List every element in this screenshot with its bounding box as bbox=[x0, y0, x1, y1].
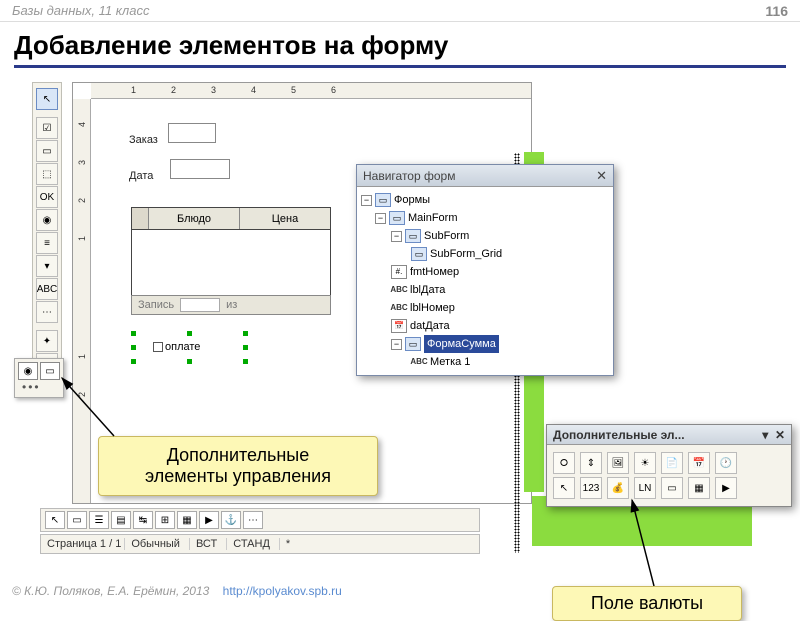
pointer-tool-icon[interactable]: ↖ bbox=[36, 88, 58, 110]
bt-seq-icon[interactable]: ↹ bbox=[133, 511, 153, 529]
course-label: Базы данных, 11 класс bbox=[12, 3, 149, 18]
field-zakaz-input[interactable] bbox=[168, 123, 216, 143]
grid-col-dish: Блюдо bbox=[148, 208, 239, 229]
spin-tool-icon[interactable]: ◉ bbox=[18, 362, 38, 380]
form-navigator[interactable]: Навигатор форм ✕ −▭Формы −▭MainForm −▭Su… bbox=[356, 164, 614, 376]
grid-col-price: Цена bbox=[239, 208, 330, 229]
eb-spin-icon[interactable]: ⭘ bbox=[553, 452, 575, 474]
tree-root[interactable]: −▭Формы bbox=[361, 191, 609, 209]
eb-pattern-icon[interactable]: LN bbox=[634, 477, 656, 499]
eb-group-icon[interactable]: ▭ bbox=[661, 477, 683, 499]
mini-float-toolbar: ◉ ▭ ••• bbox=[14, 358, 64, 398]
status-mark: * bbox=[279, 538, 296, 550]
status-ins: ВСТ bbox=[189, 538, 223, 550]
radio-tool-icon[interactable]: ◉ bbox=[36, 209, 58, 231]
bt-form-icon[interactable]: ▭ bbox=[67, 511, 87, 529]
bt-anchor-icon[interactable]: ⚓ bbox=[221, 511, 241, 529]
record-label: Запись bbox=[132, 299, 180, 311]
eb-image-ctrl-icon[interactable]: ☀ bbox=[634, 452, 656, 474]
status-std: СТАНД bbox=[226, 538, 276, 550]
footer: © К.Ю. Поляков, Е.А. Ерёмин, 2013 http:/… bbox=[12, 584, 342, 598]
status-page: Страница 1 / 1 bbox=[47, 538, 121, 550]
ruler-vertical: 4 3 2 1 1 2 bbox=[73, 99, 91, 503]
subform-grid[interactable]: Блюдо Цена bbox=[131, 207, 331, 295]
eb-image-btn-icon[interactable]: 🖼 bbox=[607, 452, 629, 474]
bt-nav-icon[interactable]: ▤ bbox=[111, 511, 131, 529]
tree-fmtnomer[interactable]: #.fmtНомер bbox=[361, 263, 609, 281]
bt-pointer-icon[interactable]: ↖ bbox=[45, 511, 65, 529]
format-tool-icon[interactable]: ⬚ bbox=[36, 163, 58, 185]
bt-field-icon[interactable]: ⊞ bbox=[155, 511, 175, 529]
field-data-label: Дата bbox=[129, 170, 153, 182]
scroll-tool-icon[interactable]: ▭ bbox=[40, 362, 60, 380]
eb-time-icon[interactable]: 🕐 bbox=[715, 452, 737, 474]
list-tool-icon[interactable]: ≡ bbox=[36, 232, 58, 254]
combo-tool-icon[interactable]: ▾ bbox=[36, 255, 58, 277]
callout-currency-field: Поле валюты bbox=[552, 586, 742, 621]
navigator-close-icon[interactable]: ✕ bbox=[596, 168, 607, 184]
eb-table-icon[interactable]: ▦ bbox=[688, 477, 710, 499]
textbox-tool-icon[interactable]: ▭ bbox=[36, 140, 58, 162]
eb-navbar-icon[interactable]: ▶ bbox=[715, 477, 737, 499]
tree-lbldata[interactable]: ABClblДата bbox=[361, 281, 609, 299]
field-data-input[interactable] bbox=[170, 159, 230, 179]
field-zakaz-label: Заказ bbox=[129, 134, 158, 146]
eb-date-icon[interactable]: 📅 bbox=[688, 452, 710, 474]
page-number: 116 bbox=[765, 3, 788, 19]
bt-grid-icon[interactable]: ▦ bbox=[177, 511, 197, 529]
eb-file-icon[interactable]: 📄 bbox=[661, 452, 683, 474]
side-toolbar: ↖ ☑ ▭ ⬚ OK ◉ ≡ ▾ ABC ⋯ ✦ ▦ bbox=[32, 82, 62, 381]
eb-select-icon[interactable]: ↖ bbox=[553, 477, 575, 499]
grid-navbar[interactable]: Запись из bbox=[131, 295, 331, 315]
status-mode: Обычный bbox=[124, 538, 186, 550]
tree-mainform[interactable]: −▭MainForm bbox=[361, 209, 609, 227]
grid-corner bbox=[132, 208, 148, 229]
bt-run-icon[interactable]: ▶ bbox=[199, 511, 219, 529]
tree-subform-grid[interactable]: ▭SubForm_Grid bbox=[361, 245, 609, 263]
title-underline bbox=[14, 65, 786, 68]
navigator-title: Навигатор форм bbox=[363, 169, 455, 183]
tree-datdata[interactable]: 📅datДата bbox=[361, 317, 609, 335]
tree-metka1[interactable]: ABCМетка 1 bbox=[361, 353, 609, 371]
label-tool-icon[interactable]: ABC bbox=[36, 278, 58, 300]
eb-scroll-icon[interactable]: ⇕ bbox=[580, 452, 602, 474]
tree-subform[interactable]: −▭SubForm bbox=[361, 227, 609, 245]
extra-tb-close-icon[interactable]: ✕ bbox=[775, 428, 785, 442]
oplate-label[interactable]: оплате bbox=[153, 341, 200, 353]
button-tool-icon[interactable]: OK bbox=[36, 186, 58, 208]
bt-props-icon[interactable]: ☰ bbox=[89, 511, 109, 529]
bottom-toolbar: ↖ ▭ ☰ ▤ ↹ ⊞ ▦ ▶ ⚓ ⋯ bbox=[40, 508, 480, 532]
callout-extra-controls: Дополнительные элементы управления bbox=[98, 436, 378, 496]
eb-numeric-icon[interactable]: 123 bbox=[580, 477, 602, 499]
more-tool-icon[interactable]: ⋯ bbox=[36, 301, 58, 323]
extra-tb-dropdown-icon[interactable]: ▾ bbox=[762, 428, 768, 442]
ruler-horizontal: 1 2 3 4 5 6 bbox=[91, 83, 531, 99]
eb-currency-icon[interactable]: 💰 bbox=[607, 477, 629, 499]
of-label: из bbox=[220, 299, 243, 311]
status-bar: Страница 1 / 1 Обычный ВСТ СТАНД * bbox=[40, 534, 480, 554]
bt-more-icon[interactable]: ⋯ bbox=[243, 511, 263, 529]
more-dots-icon[interactable]: ••• bbox=[18, 380, 60, 394]
checkbox-tool-icon[interactable]: ☑ bbox=[36, 117, 58, 139]
extra-elements-toolbar[interactable]: Дополнительные эл... ▾ ✕ ⭘ ⇕ 🖼 ☀ 📄 📅 🕐 ↖… bbox=[546, 424, 792, 507]
wizard-tool-icon[interactable]: ✦ bbox=[36, 330, 58, 352]
page-title: Добавление элементов на форму bbox=[0, 22, 800, 65]
tree-lblnomer[interactable]: ABClblНомер bbox=[361, 299, 609, 317]
tree-formasumma[interactable]: −▭ФормаСумма bbox=[361, 335, 609, 353]
footer-link[interactable]: http://kpolyakov.spb.ru bbox=[223, 584, 342, 598]
extra-tb-title-label: Дополнительные эл... bbox=[553, 428, 685, 442]
